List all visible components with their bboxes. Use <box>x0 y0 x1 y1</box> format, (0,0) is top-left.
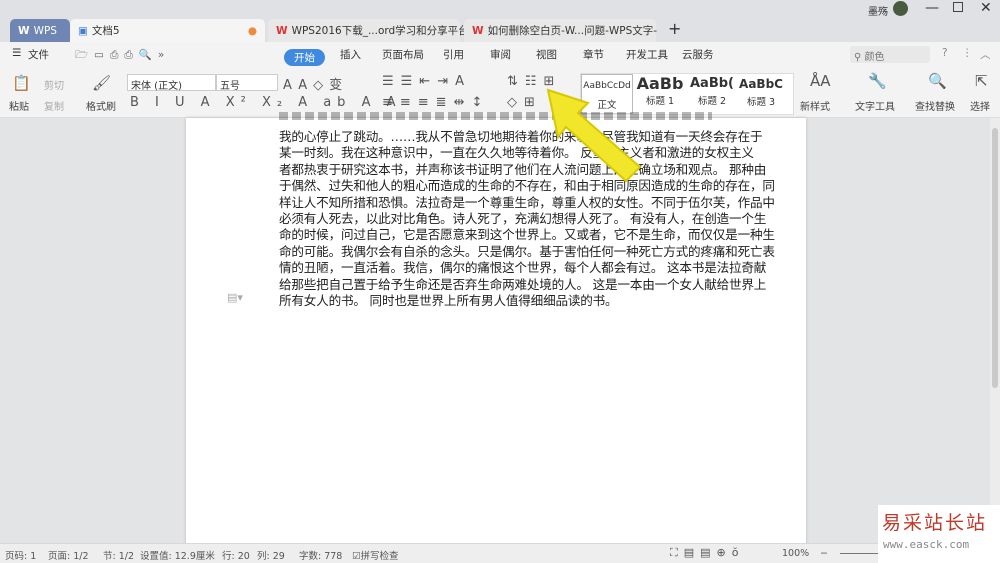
section-count: 节: 1/2 <box>103 551 135 562</box>
menu-bar: ☰ 文件 🗁▭⎙⎙🔍» 开始 插入 页面布局 引用 审阅 视图 章节 开发工具 … <box>0 42 1000 68</box>
avatar[interactable] <box>893 1 908 16</box>
select-button[interactable]: 选择 <box>970 98 990 113</box>
alignment-tools[interactable]: ≡≡≡≣⇹↕ <box>382 95 489 110</box>
wps-logo-icon: W <box>18 24 30 37</box>
text-tools-button[interactable]: 文字工具 <box>855 98 895 113</box>
help-icon[interactable]: ? <box>942 47 948 59</box>
setting-value: 设置值: 12.9厘米 <box>140 551 215 562</box>
zoom-out-button[interactable]: − <box>820 548 828 559</box>
format-painter-button[interactable]: 格式刷 <box>86 98 116 113</box>
checkbox-icon: ☑ <box>352 551 361 562</box>
yellow-cursor-arrow-icon <box>546 88 642 183</box>
scrollbar-thumb[interactable] <box>992 128 998 388</box>
search-box[interactable]: ⚲ 颜色 <box>850 46 930 63</box>
new-style-icon: ÅA <box>810 72 831 90</box>
file-menu[interactable]: 文件 <box>28 47 49 62</box>
tab-web-1[interactable]: W WPS2016下载_...ord学习和分享平台 <box>268 19 469 42</box>
minimize-button[interactable]: — <box>925 0 939 16</box>
style-heading-2[interactable]: AaBb(标题 2 <box>686 74 738 114</box>
paste-icon: 📋 <box>12 74 31 92</box>
cut-button[interactable]: 剪切 <box>44 77 64 92</box>
tab-start[interactable]: 开始 <box>284 49 325 66</box>
document-page[interactable]: 我的心停止了跳动。……我从不曾急切地期待着你的来临，尽管我知道有一天终会存在于某… <box>186 112 806 548</box>
maximize-button[interactable] <box>953 2 963 12</box>
search-icon: ⚲ <box>854 52 865 63</box>
list-indent-tools[interactable]: ☰☰⇤⇥A <box>382 74 471 89</box>
hamburger-icon[interactable]: ☰ <box>12 47 21 59</box>
tab-references[interactable]: 引用 <box>443 47 464 62</box>
unsaved-dot-icon: ● <box>247 24 257 37</box>
collapse-ribbon-icon[interactable]: ︿ <box>980 47 991 62</box>
format-painter-icon: 🖌 <box>92 74 112 92</box>
view-mode-icons[interactable]: ⛶▤▤⊕ŏ <box>670 546 744 560</box>
find-replace-button[interactable]: 查找替换 <box>915 98 955 113</box>
zoom-slider[interactable] <box>840 553 880 554</box>
paragraph-marker-icon[interactable]: ▤▾ <box>227 291 243 304</box>
ribbon: 📋 粘贴 剪切 复制 🖌 格式刷 宋体 (正文) 五号 AA◇变 B I U A… <box>0 68 1000 118</box>
tab-wps-home[interactable]: W WPS <box>10 19 70 42</box>
close-button[interactable]: ✕ <box>980 0 992 16</box>
font-family-select[interactable]: 宋体 (正文) <box>127 74 216 92</box>
spell-check-button[interactable]: ☑拼写检查 <box>352 548 399 562</box>
new-style-button[interactable]: 新样式 <box>800 98 830 113</box>
page-count: 页面: 1/2 <box>48 551 89 562</box>
tab-review[interactable]: 审阅 <box>490 47 511 62</box>
user-name[interactable]: 墨殇 <box>868 3 888 18</box>
more-icon[interactable]: ⋮ <box>962 47 973 59</box>
copy-button[interactable]: 复制 <box>44 98 64 113</box>
tab-page-layout[interactable]: 页面布局 <box>382 47 424 62</box>
page-number: 页码: 1 <box>5 551 37 562</box>
font-size-select[interactable]: 五号 <box>216 74 278 92</box>
quick-access-icons[interactable]: 🗁▭⎙⎙🔍» <box>75 47 170 65</box>
tab-developer[interactable]: 开发工具 <box>626 47 668 62</box>
status-bar: 页码: 1 页面: 1/2 节: 1/2 设置值: 12.9厘米 行: 20 列… <box>0 543 1000 563</box>
doc-icon: ▣ <box>78 24 88 37</box>
title-bar: W WPS ▣ 文档5 ● W WPS2016下载_...ord学习和分享平台 W 如何删… <box>0 0 1000 42</box>
tab-cloud[interactable]: 云服务 <box>682 47 714 62</box>
wrench-icon: 🔧 <box>868 72 887 90</box>
wps-red-icon: W <box>472 24 484 37</box>
row-number: 行: 20 <box>222 551 250 562</box>
tab-chapter[interactable]: 章节 <box>583 47 604 62</box>
tab-document5[interactable]: ▣ 文档5 ● <box>70 19 265 42</box>
new-tab-button[interactable]: + <box>668 19 681 38</box>
shading-border-tools[interactable]: ◇⊞ <box>507 95 542 110</box>
vertical-scrollbar[interactable] <box>990 118 1000 543</box>
word-count[interactable]: 字数: 778 <box>299 548 342 562</box>
font-format-tools[interactable]: B I U A X² X₂ A ab A A <box>130 95 401 110</box>
tab-web-2[interactable]: W 如何删除空白页-W...问题-WPS文字- <box>464 19 657 42</box>
font-size-tools[interactable]: AA◇变 <box>283 74 348 93</box>
tab-view[interactable]: 视图 <box>536 47 557 62</box>
paste-button[interactable]: 粘贴 <box>9 98 29 113</box>
wps-red-icon: W <box>276 24 288 37</box>
text-line: 所有女人的书。 同时也是世界上所有男人值得细细品读的书。 <box>279 293 618 308</box>
magnifier-icon: 🔍 <box>928 72 947 90</box>
zoom-level[interactable]: 100% <box>782 548 809 559</box>
watermark: 易采站长站 www.easck.com <box>878 505 1000 563</box>
pointer-icon: ⇱ <box>975 72 988 90</box>
tab-insert[interactable]: 插入 <box>340 47 361 62</box>
column-number: 列: 29 <box>257 551 285 562</box>
style-heading-3[interactable]: AaBbC 标题 3 <box>736 74 786 114</box>
